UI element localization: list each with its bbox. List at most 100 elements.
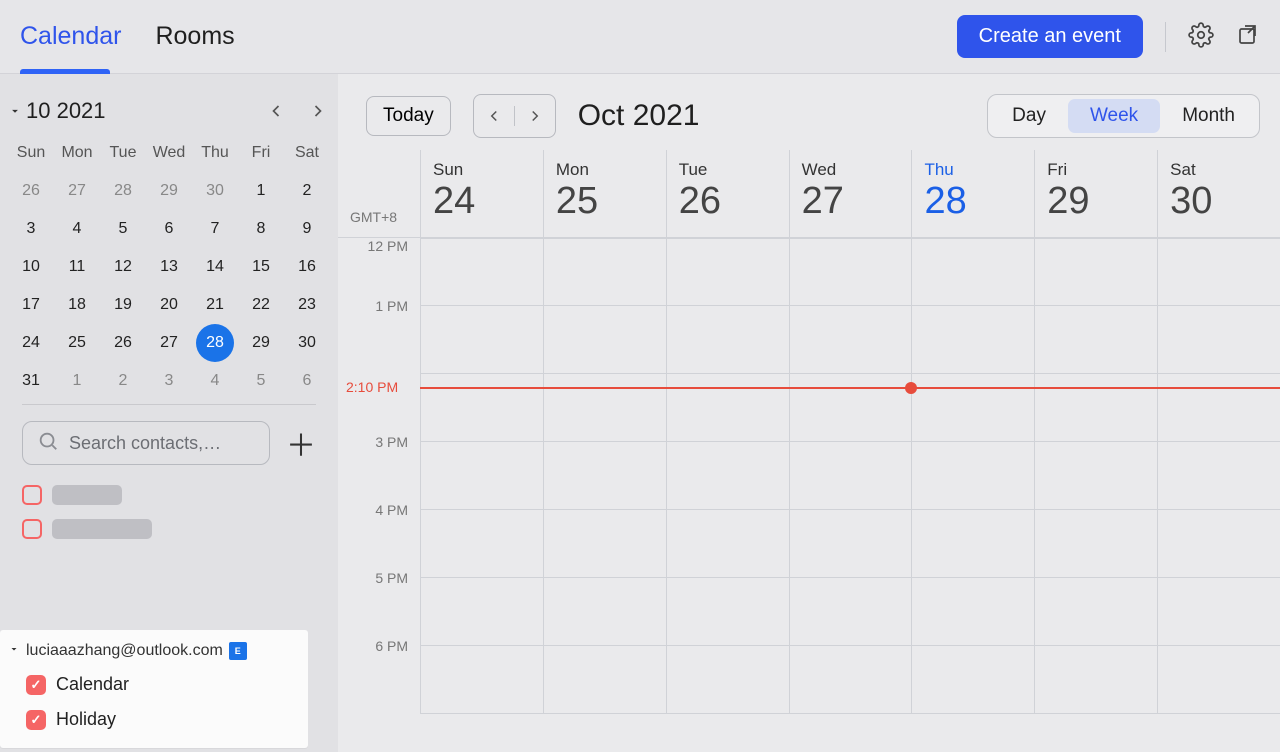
view-month[interactable]: Month	[1160, 99, 1257, 133]
mini-cal-day[interactable]: 25	[54, 324, 100, 362]
day-column[interactable]	[543, 238, 666, 714]
day-column[interactable]	[1157, 238, 1280, 714]
mini-cal-day[interactable]: 29	[146, 172, 192, 210]
mini-cal-day[interactable]: 22	[238, 286, 284, 324]
hour-cell[interactable]	[667, 578, 789, 646]
hour-cell[interactable]	[1158, 306, 1280, 374]
mini-cal-day[interactable]: 31	[8, 362, 54, 400]
day-header[interactable]: Sun24	[420, 150, 543, 237]
hour-cell[interactable]	[544, 578, 666, 646]
mini-cal-day[interactable]: 13	[146, 248, 192, 286]
hour-cell[interactable]	[544, 306, 666, 374]
day-header[interactable]: Fri29	[1034, 150, 1157, 237]
mini-cal-day[interactable]: 26	[8, 172, 54, 210]
mini-cal-day[interactable]: 5	[100, 210, 146, 248]
hour-cell[interactable]	[912, 646, 1034, 714]
hour-cell[interactable]	[1158, 578, 1280, 646]
mini-cal-day[interactable]: 11	[54, 248, 100, 286]
mini-cal-prev[interactable]	[266, 101, 286, 121]
mini-cal-day[interactable]: 3	[146, 362, 192, 400]
hour-cell[interactable]	[421, 578, 543, 646]
hour-cell[interactable]	[421, 442, 543, 510]
hour-cell[interactable]	[544, 238, 666, 306]
mini-cal-day[interactable]: 2	[100, 362, 146, 400]
mini-cal-day[interactable]: 14	[192, 248, 238, 286]
mini-cal-day[interactable]: 15	[238, 248, 284, 286]
mini-cal-day[interactable]: 6	[284, 362, 330, 400]
hour-cell[interactable]	[912, 442, 1034, 510]
hour-cell[interactable]	[667, 238, 789, 306]
day-header[interactable]: Mon25	[543, 150, 666, 237]
mini-cal-day[interactable]: 28	[196, 324, 234, 362]
day-header[interactable]: Thu28	[911, 150, 1034, 237]
search-input[interactable]: Search contacts,…	[22, 421, 270, 465]
hour-cell[interactable]	[912, 374, 1034, 442]
add-calendar-button[interactable]: ＋	[286, 421, 316, 465]
tab-calendar[interactable]: Calendar	[20, 0, 121, 73]
day-header[interactable]: Sat30	[1157, 150, 1280, 237]
day-header[interactable]: Tue26	[666, 150, 789, 237]
mini-cal-day[interactable]: 1	[238, 172, 284, 210]
hour-cell[interactable]	[912, 306, 1034, 374]
hour-cell[interactable]	[1035, 442, 1157, 510]
hour-cell[interactable]	[421, 374, 543, 442]
today-button[interactable]: Today	[366, 96, 451, 136]
hour-cell[interactable]	[1158, 646, 1280, 714]
popout-button[interactable]	[1236, 23, 1260, 50]
mini-cal-day[interactable]: 30	[192, 172, 238, 210]
hour-cell[interactable]	[912, 510, 1034, 578]
hour-cell[interactable]	[1035, 646, 1157, 714]
hour-cell[interactable]	[790, 578, 912, 646]
hour-cell[interactable]	[790, 306, 912, 374]
checkbox-unchecked-icon[interactable]	[22, 519, 42, 539]
mini-cal-day[interactable]: 10	[8, 248, 54, 286]
mini-cal-day[interactable]: 16	[284, 248, 330, 286]
account-calendar-item[interactable]: ✓ Holiday	[8, 695, 296, 730]
mini-cal-day[interactable]: 6	[146, 210, 192, 248]
mini-cal-day[interactable]: 4	[192, 362, 238, 400]
view-day[interactable]: Day	[990, 99, 1068, 133]
day-column[interactable]	[789, 238, 912, 714]
hour-cell[interactable]	[912, 578, 1034, 646]
hour-cell[interactable]	[1158, 238, 1280, 306]
hour-cell[interactable]	[790, 374, 912, 442]
mini-cal-day[interactable]: 3	[8, 210, 54, 248]
hour-cell[interactable]	[667, 442, 789, 510]
checkbox-unchecked-icon[interactable]	[22, 485, 42, 505]
account-toggle[interactable]: luciaaazhang@outlook.com E	[8, 642, 296, 660]
mini-cal-day[interactable]: 27	[146, 324, 192, 362]
day-column[interactable]	[1034, 238, 1157, 714]
hour-cell[interactable]	[1035, 510, 1157, 578]
hour-cell[interactable]	[1035, 578, 1157, 646]
mini-cal-day[interactable]: 18	[54, 286, 100, 324]
hour-cell[interactable]	[790, 442, 912, 510]
mini-cal-day[interactable]: 24	[8, 324, 54, 362]
mini-cal-day[interactable]: 4	[54, 210, 100, 248]
hour-cell[interactable]	[1158, 510, 1280, 578]
mini-cal-day[interactable]: 28	[100, 172, 146, 210]
mini-cal-day[interactable]: 20	[146, 286, 192, 324]
hour-cell[interactable]	[1158, 374, 1280, 442]
mini-cal-day[interactable]: 29	[238, 324, 284, 362]
checkbox-checked-icon[interactable]: ✓	[26, 710, 46, 730]
create-event-button[interactable]: Create an event	[957, 15, 1143, 58]
day-header[interactable]: Wed27	[789, 150, 912, 237]
day-column[interactable]	[666, 238, 789, 714]
mini-cal-day[interactable]: 30	[284, 324, 330, 362]
hour-cell[interactable]	[1158, 442, 1280, 510]
mini-cal-day[interactable]: 7	[192, 210, 238, 248]
settings-button[interactable]	[1188, 22, 1214, 51]
mini-cal-day[interactable]: 19	[100, 286, 146, 324]
hour-cell[interactable]	[544, 510, 666, 578]
tab-rooms[interactable]: Rooms	[155, 0, 234, 73]
calendar-item[interactable]	[22, 485, 316, 505]
hour-cell[interactable]	[667, 374, 789, 442]
mini-cal-day[interactable]: 8	[238, 210, 284, 248]
mini-cal-day[interactable]: 9	[284, 210, 330, 248]
hour-cell[interactable]	[667, 306, 789, 374]
mini-cal-day[interactable]: 23	[284, 286, 330, 324]
prev-week-button[interactable]	[474, 107, 514, 125]
hour-cell[interactable]	[421, 646, 543, 714]
day-column[interactable]	[420, 238, 543, 714]
hour-cell[interactable]	[421, 238, 543, 306]
